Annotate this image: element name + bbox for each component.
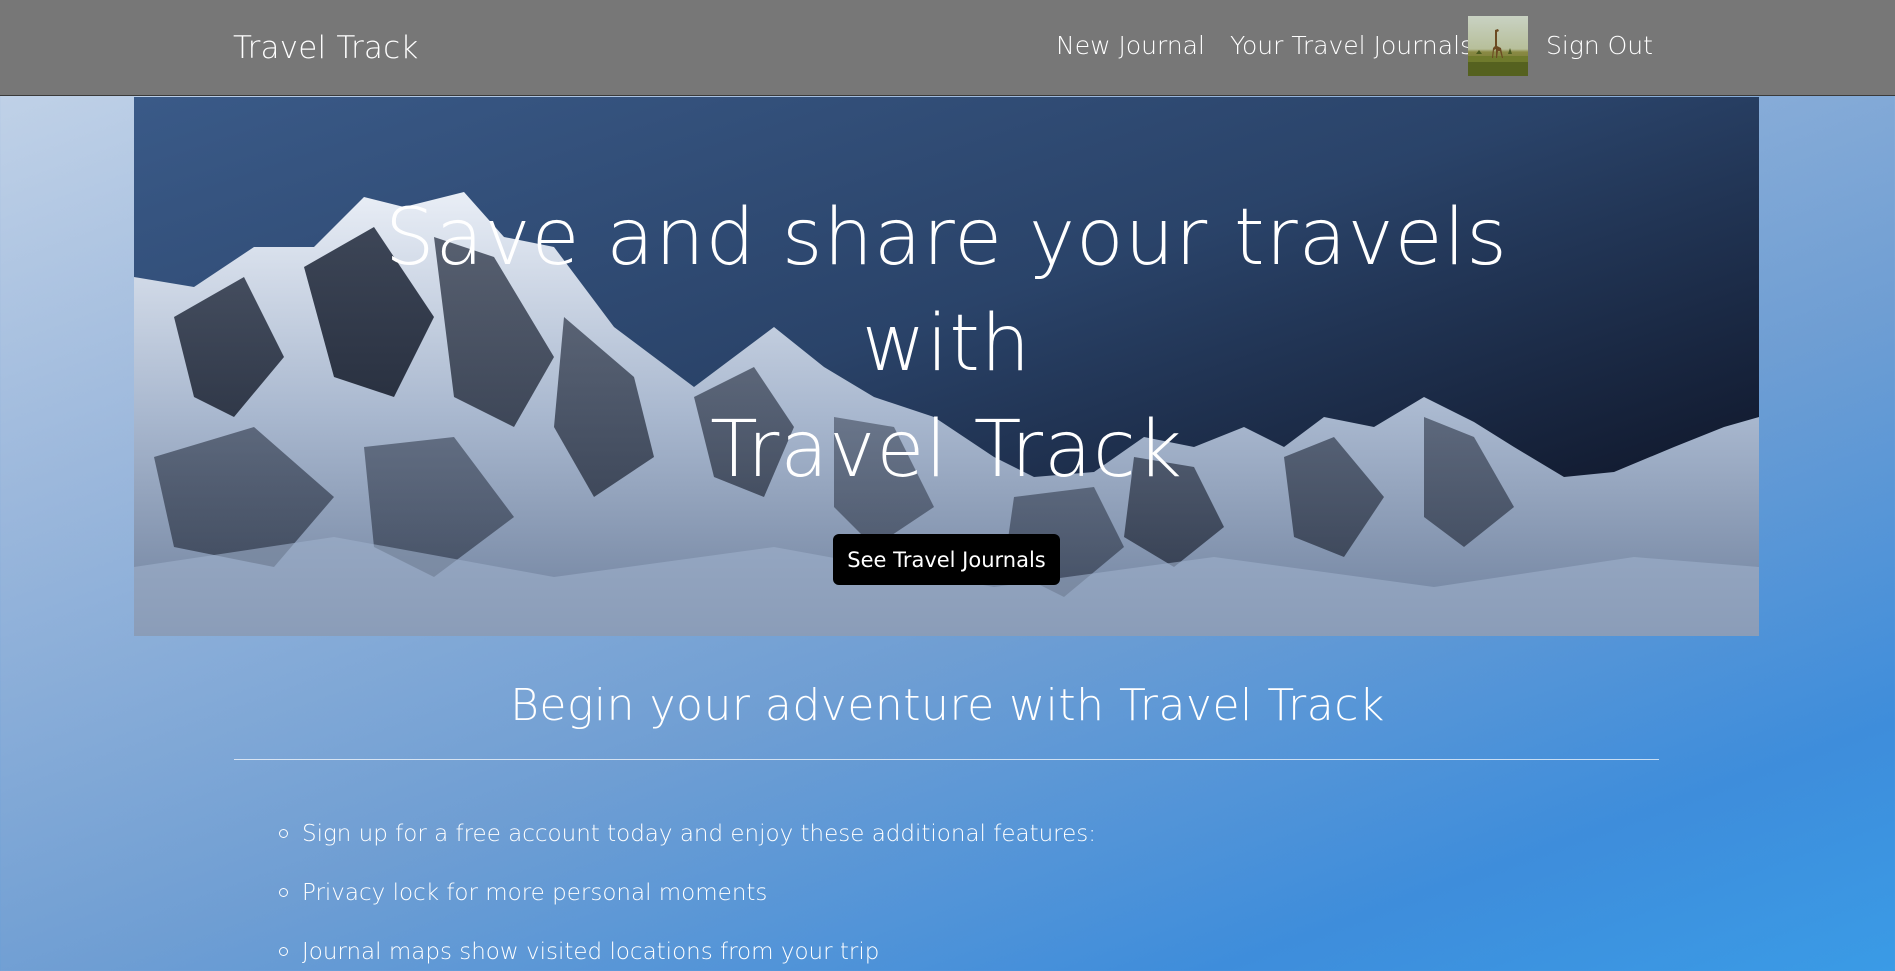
circle-bullet-icon xyxy=(279,888,288,897)
see-travel-journals-button[interactable]: See Travel Journals xyxy=(833,534,1060,585)
list-item: Journal maps show visited locations from… xyxy=(270,930,1096,971)
hero-banner: Save and share your travels with Travel … xyxy=(134,97,1759,636)
circle-bullet-icon xyxy=(279,947,288,956)
hero-title: Save and share your travels with Travel … xyxy=(134,185,1759,503)
list-item: Sign up for a free account today and enj… xyxy=(270,812,1096,871)
list-item: Privacy lock for more personal moments xyxy=(270,871,1096,930)
top-navbar: Travel Track New Journal Your Travel Jou… xyxy=(0,0,1895,96)
feature-text: Sign up for a free account today and enj… xyxy=(302,821,1097,847)
nav-new-journal-link[interactable]: New Journal xyxy=(1056,31,1205,60)
brand-logo-link[interactable]: Travel Track xyxy=(233,30,419,66)
hero-title-line: Travel Track xyxy=(710,405,1183,495)
section-divider xyxy=(234,759,1659,760)
hero-title-line: with xyxy=(861,299,1032,389)
section-heading: Begin your adventure with Travel Track xyxy=(510,680,1385,731)
feature-list: Sign up for a free account today and enj… xyxy=(270,812,1096,971)
nav-sign-out-link[interactable]: Sign Out xyxy=(1546,31,1653,60)
circle-bullet-icon xyxy=(279,829,288,838)
giraffe-photo-icon xyxy=(1468,16,1528,76)
nav-your-travel-journals-link[interactable]: Your Travel Journals xyxy=(1230,31,1473,60)
user-avatar[interactable] xyxy=(1468,16,1528,76)
feature-text: Privacy lock for more personal moments xyxy=(302,880,768,906)
feature-text: Journal maps show visited locations from… xyxy=(302,939,880,965)
hero-title-line: Save and share your travels xyxy=(385,193,1508,283)
